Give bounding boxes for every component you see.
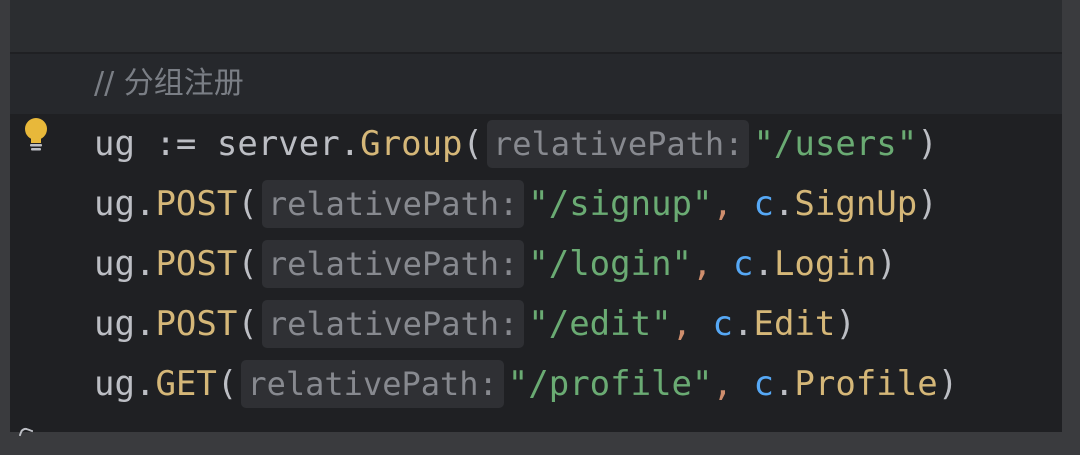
code-comment: // 分组注册: [94, 66, 244, 101]
token-comma: ,: [712, 364, 754, 404]
token-context: c: [712, 304, 733, 344]
token-string: "/profile": [507, 364, 713, 404]
token-handler: Profile: [794, 364, 938, 404]
token-operator: :=: [134, 124, 217, 164]
token-paren-open: (: [216, 364, 238, 404]
parameter-hint: relativePath:: [261, 240, 525, 288]
token-string: "/users": [753, 124, 918, 164]
token-paren-close: ): [876, 244, 897, 284]
code-line-5[interactable]: ug. GET(relativePath: "/profile", c. Profil…: [10, 354, 1062, 414]
token-paren-open: (: [237, 244, 258, 284]
token-method: Group: [360, 124, 463, 164]
token-paren-close: ): [835, 304, 856, 344]
token-paren-close: ): [937, 364, 959, 404]
token-comma: ,: [692, 244, 733, 284]
token-handler: Login: [773, 244, 877, 284]
fold-marker-icon: [18, 426, 34, 440]
token-string: "/signup": [528, 184, 713, 224]
token-dot: .: [733, 304, 754, 344]
token-comma: ,: [712, 184, 754, 224]
token-method: GET: [155, 364, 217, 404]
parameter-hint: relativePath:: [487, 120, 750, 168]
token-variable: ug: [94, 184, 135, 224]
token-paren-open: (: [462, 124, 483, 164]
token-method: POST: [155, 244, 238, 284]
token-comma: ,: [671, 304, 713, 344]
token-handler: SignUp: [794, 184, 918, 224]
token-method: POST: [155, 304, 238, 344]
code-line-3[interactable]: ug. POST(relativePath: "/login", c. Login): [10, 234, 1062, 294]
code-line-1[interactable]: ug := server. Group(relativePath: "/users"…: [10, 114, 1062, 174]
token-dot: .: [134, 184, 156, 224]
token-dot: .: [134, 244, 156, 284]
token-paren-close: ): [917, 184, 938, 224]
code-line-2[interactable]: ug. POST(relativePath: "/signup", c. SignUp…: [10, 174, 1062, 234]
parameter-hint: relativePath:: [261, 180, 525, 228]
token-variable: ug: [94, 364, 135, 404]
token-method: POST: [155, 184, 238, 224]
token-context: c: [732, 244, 754, 284]
token-paren-close: ): [917, 124, 938, 164]
code-line-4[interactable]: ug. POST(relativePath: "/edit", c. Edit): [10, 294, 1062, 354]
token-variable: ug: [94, 244, 135, 284]
editor-top-strip: [10, 0, 1062, 52]
token-variable: ug: [94, 304, 135, 344]
token-dot: .: [339, 124, 361, 164]
token-context: c: [753, 364, 774, 404]
code-editor[interactable]: // 分组注册 ug := server. Group(relativePath:…: [10, 0, 1062, 440]
token-dot: .: [773, 364, 795, 404]
parameter-hint: relativePath:: [241, 360, 504, 408]
token-handler: Edit: [753, 304, 836, 344]
token-context: c: [753, 184, 774, 224]
token-dot: .: [773, 184, 795, 224]
token-variable: ug: [94, 124, 135, 164]
parameter-hint: relativePath:: [261, 300, 525, 348]
token-dot: .: [134, 364, 156, 404]
token-dot: .: [753, 244, 774, 284]
token-string: "/edit": [528, 304, 672, 344]
token-object: server: [216, 124, 340, 164]
token-paren-open: (: [237, 184, 258, 224]
token-dot: .: [134, 304, 156, 344]
token-string: "/login": [528, 244, 693, 284]
code-line-comment[interactable]: // 分组注册: [10, 54, 1062, 151]
token-paren-open: (: [237, 304, 258, 344]
